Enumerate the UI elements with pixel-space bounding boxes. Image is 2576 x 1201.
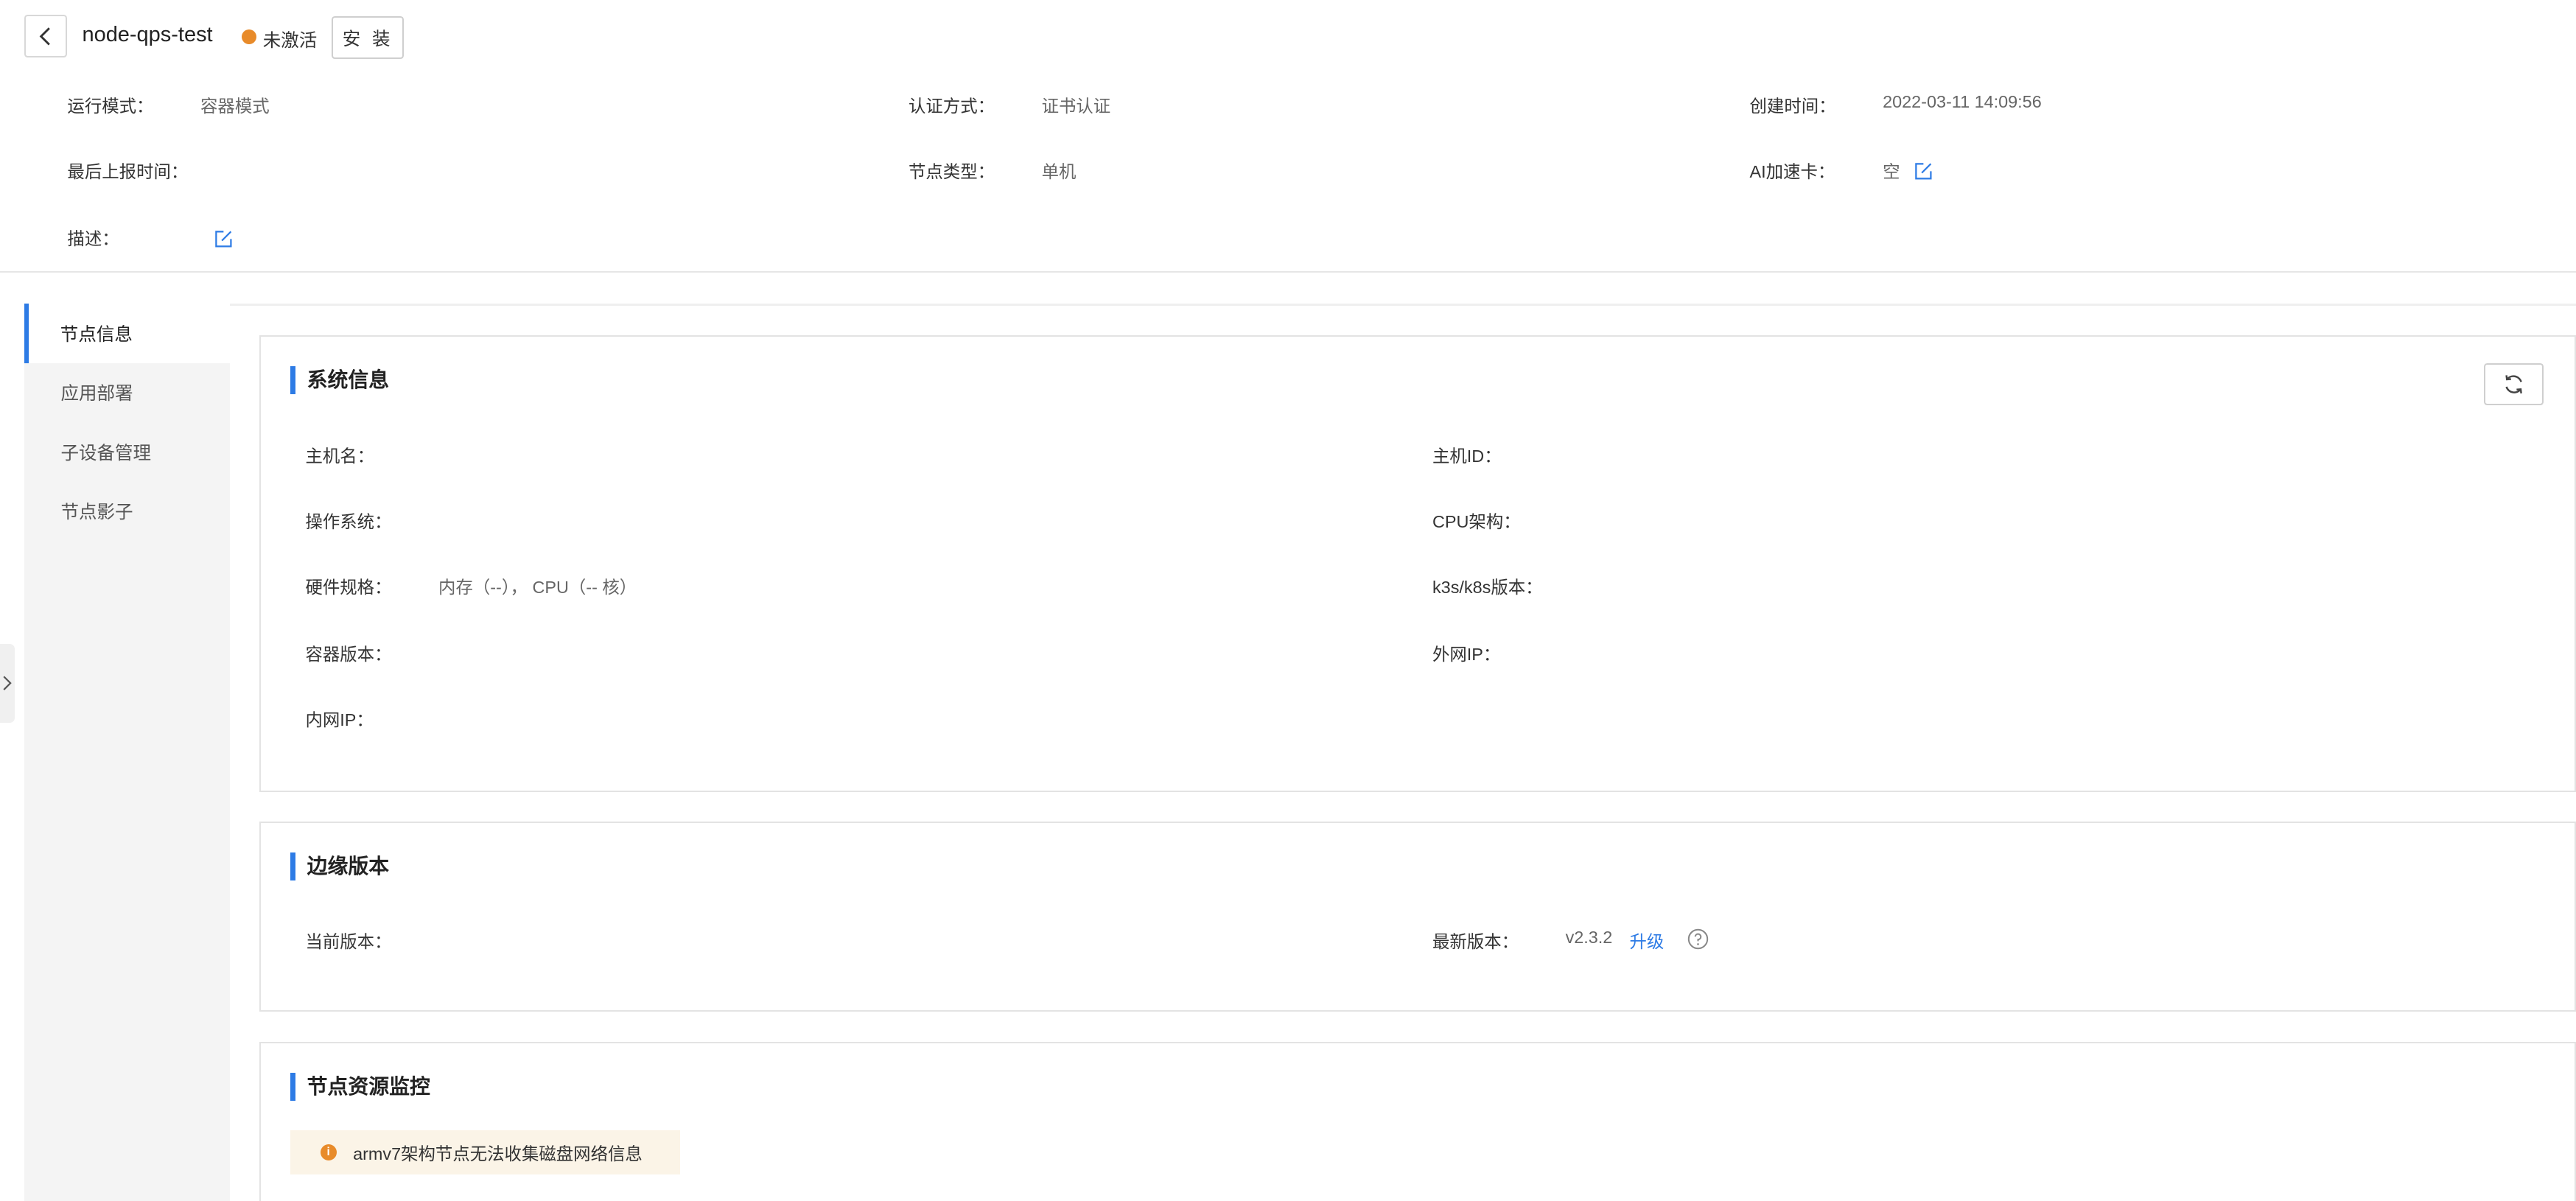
status-dot-icon: [241, 29, 256, 45]
hostname-label: 主机名：: [305, 446, 375, 466]
container-version-label: 容器版本：: [305, 645, 392, 665]
current-version-label: 当前版本：: [305, 932, 392, 952]
header-divider: [0, 270, 2576, 273]
info-icon: i: [320, 1144, 337, 1160]
created-label: 创建时间：: [1749, 96, 1836, 116]
page: node-qps-test 未激活 安 装 运行模式： 容器模式 认证方式： 证…: [0, 0, 2576, 1201]
k8s-version-label: k3s/k8s版本：: [1432, 577, 1543, 597]
edge-version-panel: 边缘版本 当前版本： 最新版本： v2.3.2 升级: [259, 821, 2576, 1012]
upgrade-link[interactable]: 升级: [1630, 928, 1665, 953]
chevron-right-icon: [3, 676, 13, 691]
edge-version-title: 边缘版本: [290, 852, 389, 880]
nav-item-subdevice[interactable]: 子设备管理: [24, 422, 230, 481]
run-mode-value: 容器模式: [200, 96, 270, 116]
hostid-label: 主机ID：: [1432, 446, 1502, 466]
system-info-panel: 系统信息 主机名： 主机ID： 操作系统： CPU架构： 硬件规格： 内存（--…: [259, 335, 2576, 792]
edit-icon: [215, 230, 232, 248]
nav-item-node-info[interactable]: 节点信息: [24, 304, 231, 363]
hardware-label: 硬件规格：: [305, 577, 392, 597]
side-nav: 节点信息 应用部署 子设备管理 节点影子: [24, 304, 231, 1201]
resource-monitor-panel: 节点资源监控 i armv7架构节点无法收集磁盘网络信息: [259, 1041, 2576, 1201]
cpu-arch-label: CPU架构：: [1432, 511, 1521, 531]
desc-edit-button[interactable]: [214, 225, 234, 255]
content-divider: [230, 304, 2576, 306]
ai-card-label: AI加速卡：: [1749, 162, 1835, 182]
auth-value: 证书认证: [1041, 96, 1111, 116]
latest-version-value: v2.3.2: [1565, 928, 1613, 948]
public-ip-label: 外网IP：: [1432, 645, 1501, 665]
sidebar-toggle[interactable]: [0, 644, 15, 724]
back-button[interactable]: [24, 15, 68, 58]
latest-version-label: 最新版本：: [1432, 932, 1519, 952]
chevron-left-icon: [39, 27, 50, 46]
install-button[interactable]: 安 装: [332, 16, 405, 60]
node-title: node-qps-test: [82, 23, 213, 47]
ai-card-value: 空: [1883, 162, 1900, 182]
created-value: 2022-03-11 14:09:56: [1883, 91, 2042, 111]
last-report-label: 最后上报时间：: [67, 162, 189, 182]
warning-alert: i armv7架构节点无法收集磁盘网络信息: [290, 1130, 680, 1174]
help-circle-icon: [1687, 929, 1708, 950]
private-ip-label: 内网IP：: [305, 710, 374, 730]
nav-item-node-shadow[interactable]: 节点影子: [24, 481, 230, 540]
ai-card-edit-button[interactable]: [1914, 158, 1933, 188]
warning-text: armv7架构节点无法收集磁盘网络信息: [353, 1144, 643, 1163]
system-info-title: 系统信息: [290, 365, 389, 394]
node-type-label: 节点类型：: [908, 162, 995, 182]
resource-monitor-title: 节点资源监控: [290, 1072, 430, 1101]
os-label: 操作系统：: [305, 511, 392, 531]
desc-label: 描述：: [67, 229, 119, 249]
hardware-value: 内存（--）， CPU（-- 核）: [438, 577, 637, 597]
refresh-icon: [2505, 375, 2522, 393]
node-type-value: 单机: [1041, 162, 1077, 182]
status-badge: 未激活: [262, 30, 318, 51]
run-mode-label: 运行模式：: [67, 96, 154, 116]
refresh-button[interactable]: [2484, 363, 2544, 406]
auth-label: 认证方式：: [908, 96, 995, 116]
nav-item-app-deploy[interactable]: 应用部署: [24, 363, 230, 422]
edit-icon: [1915, 163, 1932, 180]
help-button[interactable]: [1687, 926, 1709, 956]
